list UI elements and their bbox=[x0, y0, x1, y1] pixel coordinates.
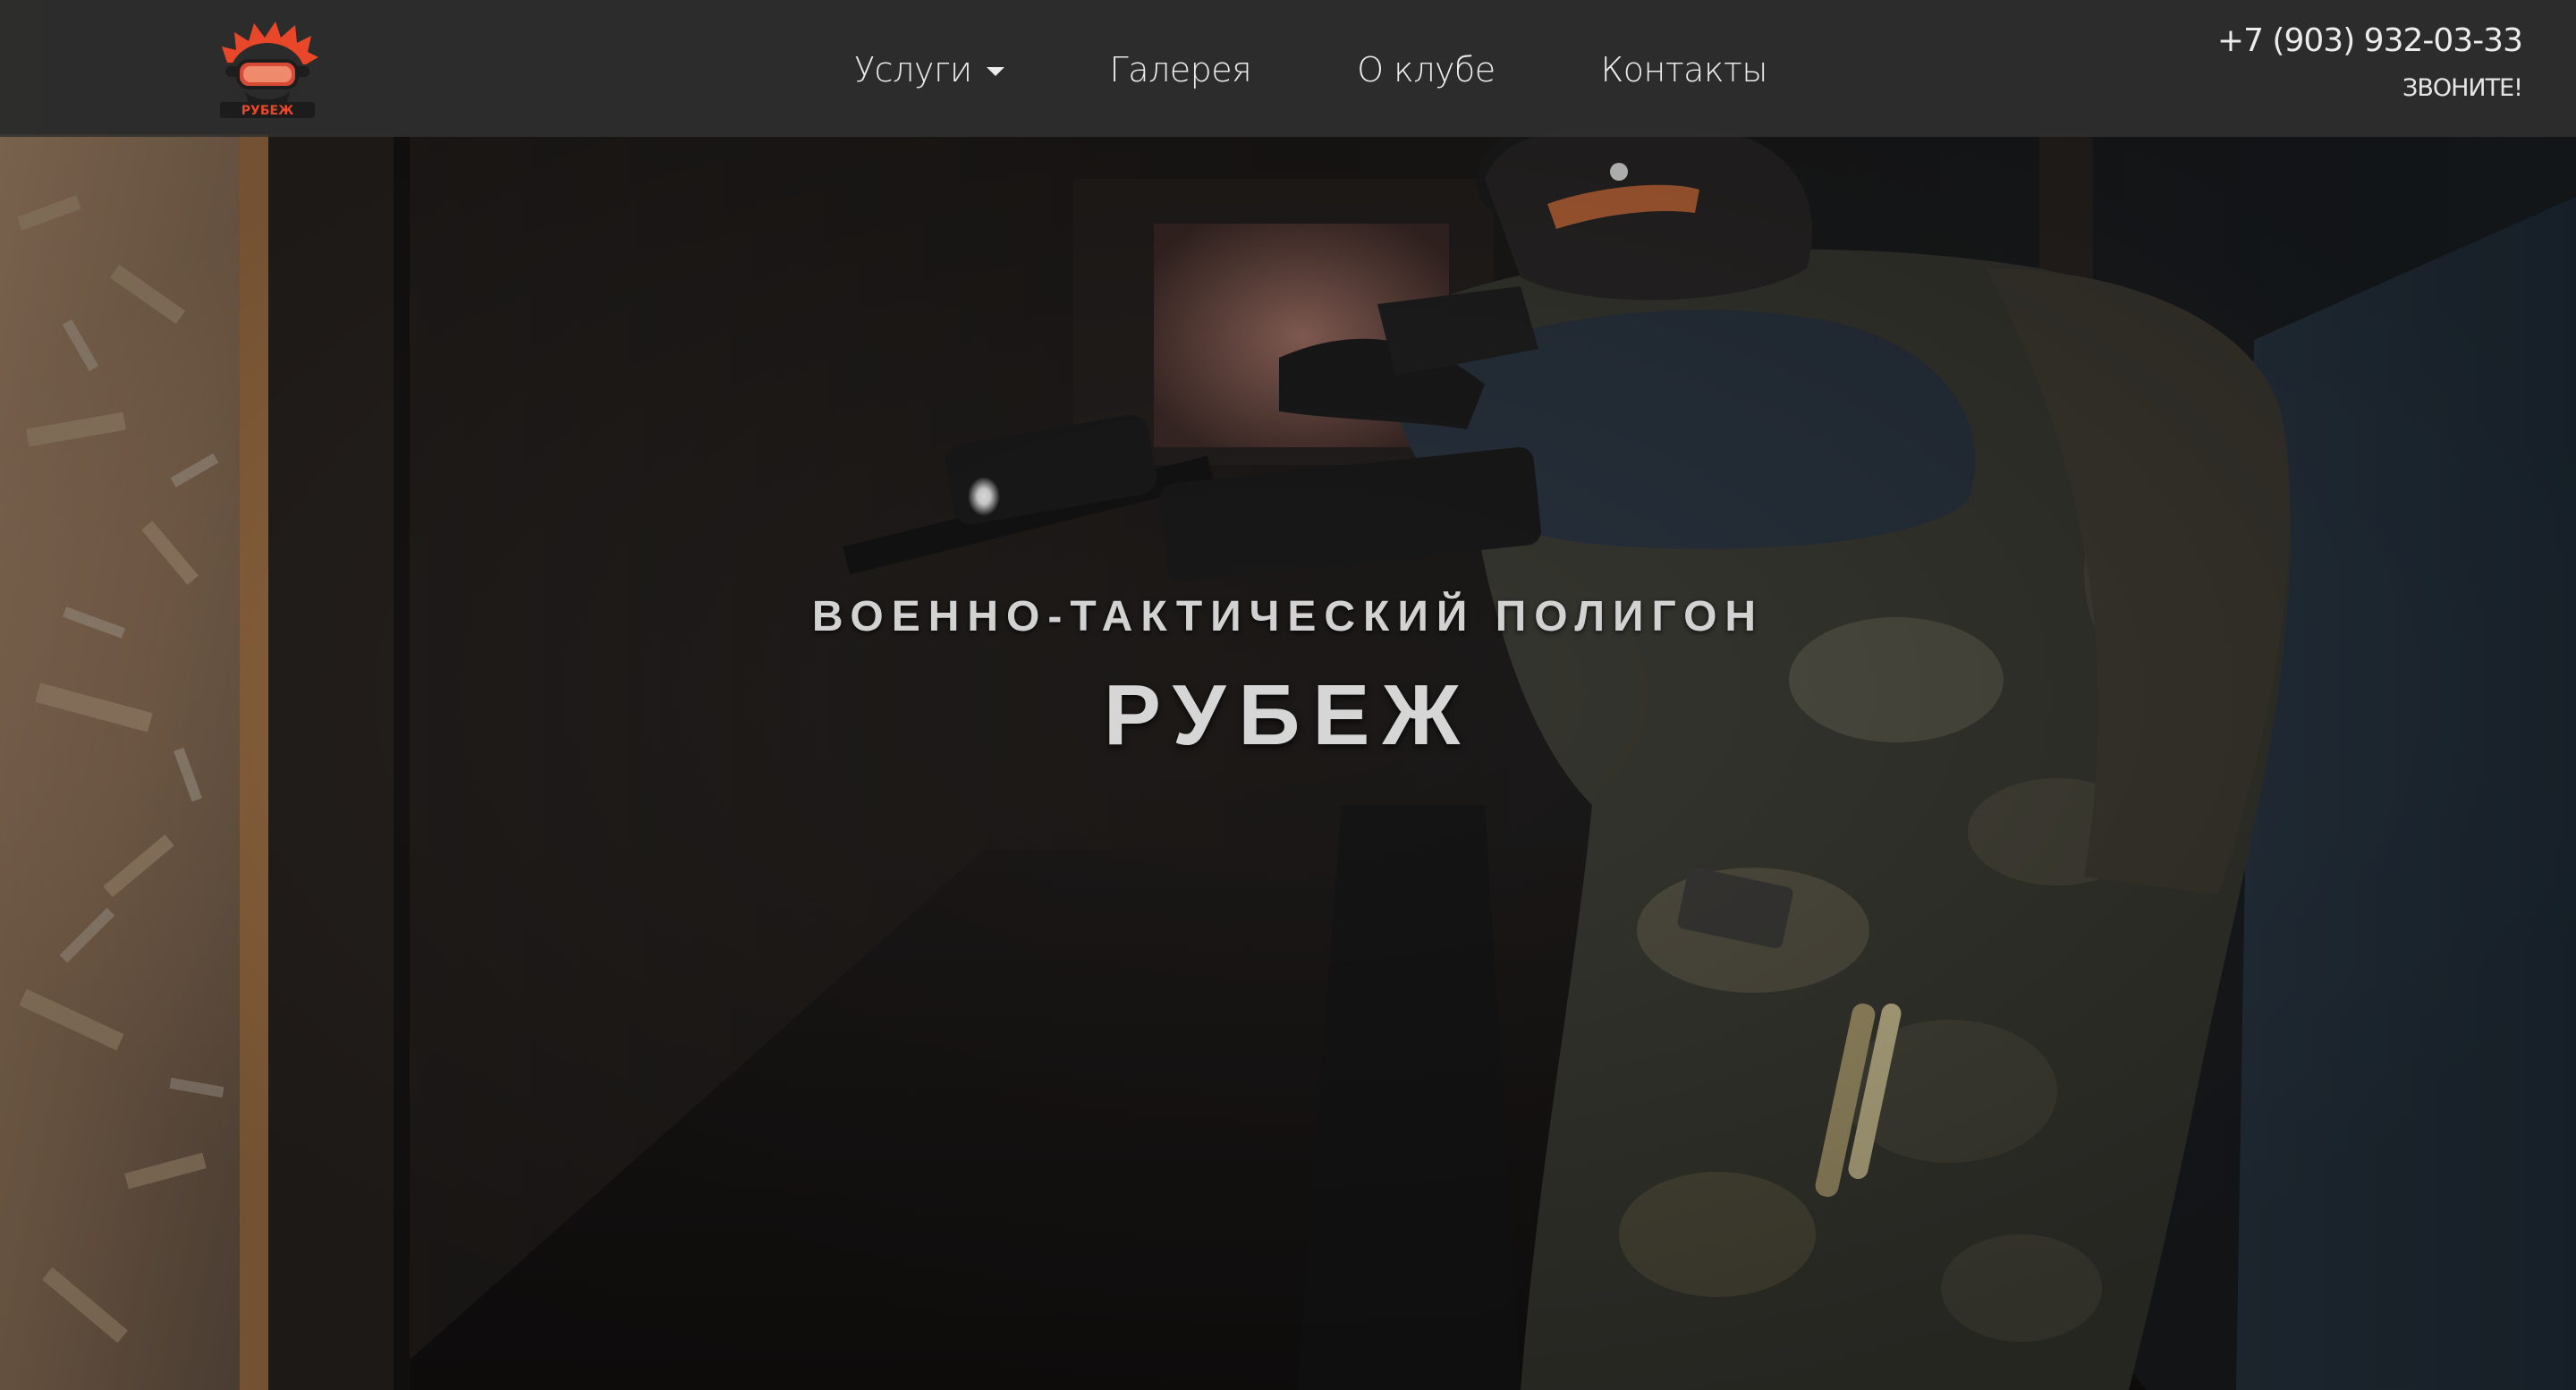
call-label: ЗВОНИТЕ! bbox=[2402, 74, 2523, 102]
club-logo[interactable]: РУБЕЖ bbox=[213, 16, 322, 118]
nav-item-gallery[interactable]: Галерея bbox=[1110, 50, 1252, 89]
main-nav: Услуги Галерея О клубе Контакты bbox=[854, 43, 1767, 97]
header-contact: +7 (903) 932-03-33 ЗВОНИТЕ! bbox=[2217, 20, 2523, 104]
hero-title: РУБЕЖ bbox=[1103, 667, 1473, 763]
landing-page: РУБЕЖ Услуги Галерея О клубе Контакты +7… bbox=[0, 0, 2576, 1390]
nav-item-contacts[interactable]: Контакты bbox=[1601, 50, 1768, 89]
nav-item-services[interactable]: Услуги bbox=[854, 50, 1004, 89]
nav-item-about[interactable]: О клубе bbox=[1357, 50, 1496, 89]
hero-subtitle: ВОЕННО-ТАКТИЧЕСКИЙ ПОЛИГОН bbox=[811, 593, 1765, 640]
logo-text: РУБЕЖ bbox=[242, 104, 293, 118]
nav-item-services-label: Услуги bbox=[854, 50, 972, 89]
phone-link[interactable]: +7 (903) 932-03-33 bbox=[2217, 20, 2523, 63]
chevron-down-icon bbox=[986, 67, 1004, 76]
site-header: РУБЕЖ Услуги Галерея О клубе Контакты +7… bbox=[0, 0, 2576, 137]
